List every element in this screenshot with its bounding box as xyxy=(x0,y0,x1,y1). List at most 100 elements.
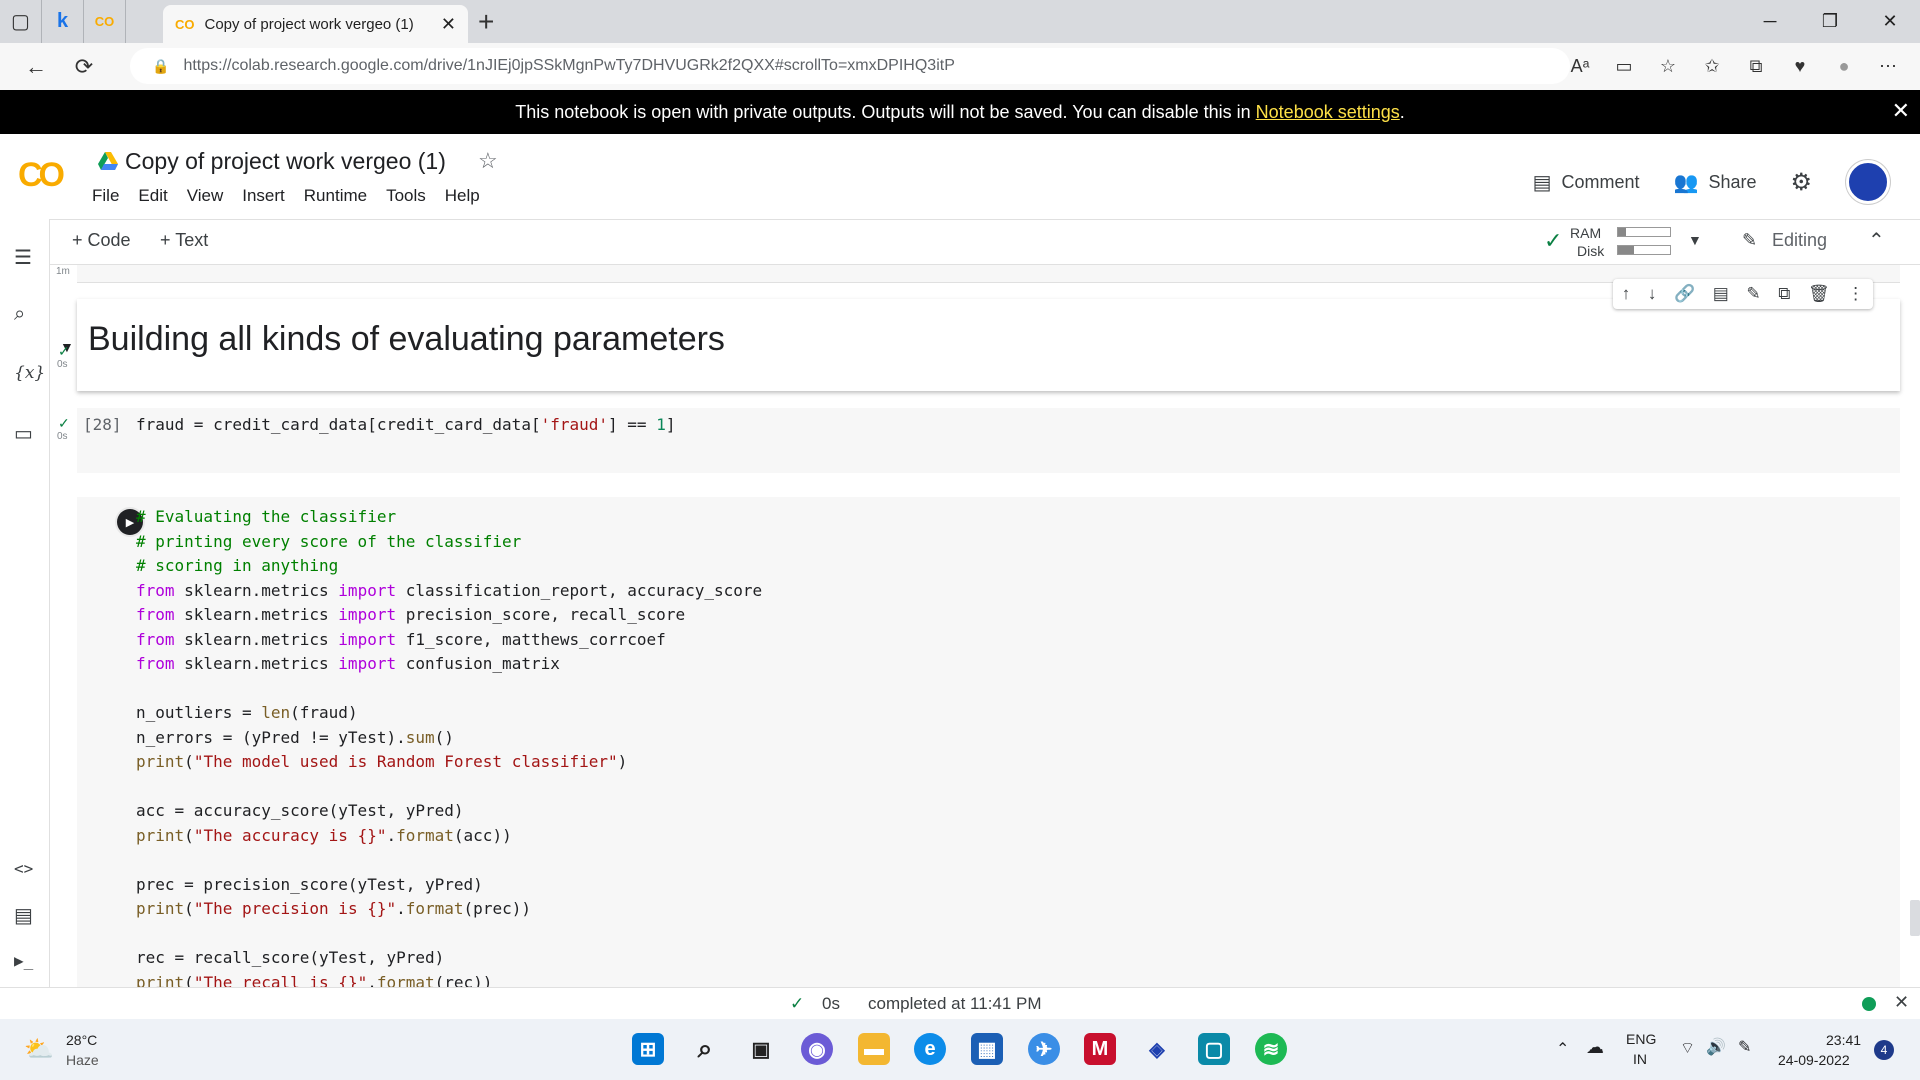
start-windows-icon[interactable]: ⊞ xyxy=(632,1033,664,1065)
notebook-toolbar: + Code + Text ✓ RAM Disk ▼ ✎ Editing ⌃ xyxy=(0,219,1920,265)
language-in[interactable]: IN xyxy=(1633,1051,1647,1067)
edit-pencil-icon[interactable]: ✎ xyxy=(1746,284,1760,304)
volume-icon[interactable]: 🔊 xyxy=(1706,1037,1726,1057)
url-text: https://colab.research.google.com/drive/… xyxy=(183,57,955,74)
back-icon[interactable]: ← xyxy=(12,54,60,80)
settings-gear-icon[interactable]: ⚙ xyxy=(1790,168,1812,197)
close-banner-icon[interactable]: ✕ xyxy=(1892,98,1910,124)
task-view-icon[interactable]: ▣ xyxy=(745,1033,777,1065)
mirror-cell-icon[interactable]: ⧉ xyxy=(1778,284,1790,304)
resources-dropdown-icon[interactable]: ▼ xyxy=(1688,232,1702,248)
code-line: from sklearn.metrics import confusion_ma… xyxy=(136,654,560,673)
menu-file[interactable]: File xyxy=(92,186,119,206)
command-palette-icon[interactable]: ▤ xyxy=(14,903,33,928)
search-icon[interactable]: ⌕ xyxy=(14,303,25,326)
menu-help[interactable]: Help xyxy=(445,186,480,206)
notebook-settings-link[interactable]: Notebook settings xyxy=(1256,102,1400,123)
onedrive-icon[interactable]: ☁ xyxy=(1586,1037,1604,1058)
table-of-contents-icon[interactable]: ☰ xyxy=(14,245,32,270)
menu-tools[interactable]: Tools xyxy=(386,186,426,206)
show-hidden-icons-icon[interactable]: ⌃ xyxy=(1556,1039,1569,1059)
url-field[interactable]: 🔒 https://colab.research.google.com/driv… xyxy=(130,48,1570,84)
app-blue-square-icon[interactable]: ▢ xyxy=(1198,1033,1230,1065)
close-status-icon[interactable]: ✕ xyxy=(1894,992,1909,1013)
code-snippets-icon[interactable]: <> xyxy=(14,859,33,878)
wifi-icon[interactable]: ⌔ xyxy=(1680,1038,1695,1058)
terminal-icon[interactable]: ▶_ xyxy=(14,951,33,970)
profile-icon[interactable]: ● xyxy=(1822,56,1866,77)
menu-edit[interactable]: Edit xyxy=(138,186,167,206)
code-line: prec = precision_score(yTest, yPred) xyxy=(136,874,483,894)
microsoft-store-icon[interactable]: ▦ xyxy=(971,1033,1003,1065)
variables-icon[interactable]: {x} xyxy=(14,363,45,383)
share-button[interactable]: 👥 Share xyxy=(1674,170,1757,195)
star-icon[interactable]: ☆ xyxy=(478,148,498,174)
close-window-icon[interactable]: ✕ xyxy=(1860,0,1920,43)
read-aloud-icon[interactable]: Aᵃ xyxy=(1558,56,1602,77)
pinned-tab-colab[interactable]: CO xyxy=(84,0,126,43)
weather-icon[interactable]: ⛅ xyxy=(24,1035,54,1064)
refresh-icon[interactable]: ⟳ xyxy=(60,54,108,80)
add-code-button[interactable]: + Code xyxy=(72,230,131,251)
comment-cell-icon[interactable]: ▤ xyxy=(1713,284,1729,304)
files-folder-icon[interactable]: ▭ xyxy=(14,421,33,446)
pencil-icon: ✎ xyxy=(1742,230,1758,250)
menu-view[interactable]: View xyxy=(187,186,224,206)
move-down-icon[interactable]: ↓ xyxy=(1648,284,1657,304)
people-icon: 👥 xyxy=(1673,171,1699,194)
cell28-code[interactable]: fraud = credit_card_data[credit_card_dat… xyxy=(136,413,675,438)
teams-chat-icon[interactable]: ◉ xyxy=(801,1033,833,1065)
notebook-content[interactable]: 1m Building all kinds of evaluating para… xyxy=(50,265,1920,987)
close-tab-icon[interactable]: ✕ xyxy=(441,14,456,35)
edge-browser-icon[interactable]: e xyxy=(914,1033,946,1065)
delete-icon[interactable]: 🗑 xyxy=(1808,284,1830,304)
health-icon[interactable]: ♥ xyxy=(1778,56,1822,77)
active-tab[interactable]: CO Copy of project work vergeo (1) ✕ xyxy=(163,5,468,43)
collapse-header-icon[interactable]: ⌃ xyxy=(1868,228,1885,253)
avatar[interactable] xyxy=(1846,160,1890,204)
disk-label: Disk xyxy=(1577,243,1605,259)
editing-mode-label[interactable]: Editing xyxy=(1772,230,1827,251)
pen-icon[interactable]: ✎ xyxy=(1738,1037,1751,1057)
spotify-icon[interactable]: ≋ xyxy=(1255,1033,1287,1065)
code-cell-29[interactable]: ▶ # Evaluating the classifier # printing … xyxy=(77,497,1900,987)
mcafee-icon[interactable]: M xyxy=(1084,1033,1116,1065)
cell-toolbar: ↑ ↓ 🔗 ▤ ✎ ⧉ 🗑 ⋮ xyxy=(1613,279,1873,309)
colab-logo[interactable]: CO xyxy=(18,156,65,195)
status-bar: ✓ 0s completed at 11:41 PM ✕ xyxy=(0,987,1920,1019)
cell29-code[interactable]: # Evaluating the classifier # printing ev… xyxy=(136,505,762,987)
new-tab-icon[interactable]: + xyxy=(478,6,494,38)
move-up-icon[interactable]: ↑ xyxy=(1622,284,1631,304)
file-explorer-icon[interactable]: ▬ xyxy=(858,1033,890,1065)
notebook-title[interactable]: Copy of project work vergeo (1) xyxy=(125,148,446,175)
notification-badge[interactable]: 4 xyxy=(1874,1040,1894,1060)
clock-date[interactable]: 24-09-2022 xyxy=(1778,1052,1850,1068)
minimize-icon[interactable]: ─ xyxy=(1740,0,1800,43)
add-favorite-icon[interactable]: ☆ xyxy=(1646,56,1690,77)
skype-like-icon[interactable]: ✈ xyxy=(1028,1033,1060,1065)
language-eng[interactable]: ENG xyxy=(1626,1031,1656,1047)
menu-runtime[interactable]: Runtime xyxy=(304,186,367,206)
clock-time[interactable]: 23:41 xyxy=(1826,1032,1861,1048)
quick-assist-icon[interactable]: ◈ xyxy=(1141,1033,1173,1065)
search-taskbar-icon[interactable]: ⌕ xyxy=(689,1033,721,1065)
add-text-button[interactable]: + Text xyxy=(160,230,208,251)
restore-icon[interactable]: ❐ xyxy=(1800,0,1860,43)
pinned-tab-k[interactable]: k xyxy=(42,0,84,43)
scrollbar-thumb[interactable] xyxy=(1910,900,1920,936)
menu-insert[interactable]: Insert xyxy=(242,186,285,206)
immersive-reader-icon[interactable]: ▭ xyxy=(1602,56,1646,77)
link-icon[interactable]: 🔗 xyxy=(1674,284,1695,304)
comment-button[interactable]: ▤ Comment xyxy=(1533,170,1640,195)
tab-actions-icon[interactable]: ▢ xyxy=(0,0,42,43)
more-icon[interactable]: ⋯ xyxy=(1866,56,1910,77)
connected-check-icon: ✓ xyxy=(1544,228,1563,253)
resource-monitor[interactable]: RAM Disk xyxy=(1570,224,1604,260)
heading-text-cell[interactable]: Building all kinds of evaluating paramet… xyxy=(77,299,1900,391)
code-cell-28[interactable]: [28] fraud = credit_card_data[credit_car… xyxy=(77,408,1900,473)
favorites-icon[interactable]: ✩ xyxy=(1690,56,1734,77)
comment-icon: ▤ xyxy=(1532,171,1552,194)
collections-icon[interactable]: ⧉ xyxy=(1734,56,1778,77)
more-vert-icon[interactable]: ⋮ xyxy=(1847,284,1864,304)
cell28-success-icon: ✓ xyxy=(58,343,70,359)
